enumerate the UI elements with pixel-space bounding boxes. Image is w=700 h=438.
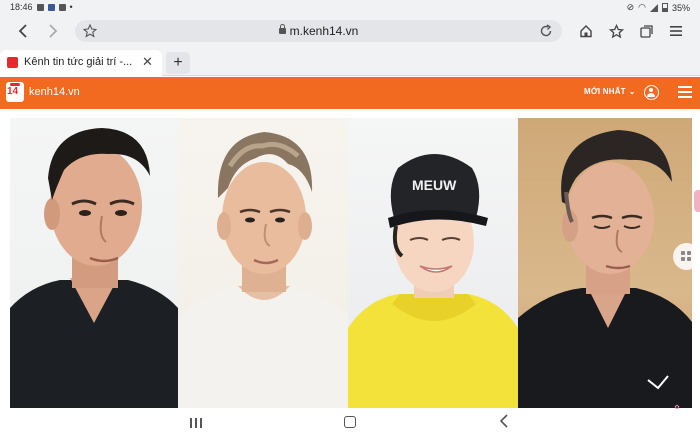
site-logo[interactable]: 14 [6, 82, 24, 102]
site-menu-icon[interactable] [678, 86, 692, 98]
image-notification-icon [58, 3, 66, 11]
mail-notification-icon [36, 3, 44, 11]
home-icon[interactable] [575, 20, 597, 42]
logo-number: 14 [7, 86, 19, 97]
site-name[interactable]: kenh14.vn [29, 86, 80, 98]
grid-dot [681, 251, 685, 255]
tab-kenh14[interactable]: Kênh tin tức giải trí -... ✕ [0, 50, 162, 76]
battery-icon [661, 3, 668, 12]
status-right: ⊘ ◠ 35% [627, 2, 690, 13]
mute-icon: ⊘ [626, 2, 635, 12]
address-bar[interactable]: m.kenh14.vn [75, 20, 562, 42]
battery-level: 35% [671, 2, 690, 13]
tabs-icon[interactable] [635, 20, 657, 42]
grid-dot [687, 257, 691, 261]
lock-icon [278, 24, 286, 34]
status-left: 18:46 • [10, 2, 73, 12]
status-bar: 18:46 • ⊘ ◠ 35% [0, 0, 700, 16]
photo-panel-4 [518, 118, 692, 408]
favicon-icon [7, 57, 18, 68]
new-tab-button[interactable]: + [166, 52, 190, 74]
menu-icon[interactable] [665, 20, 687, 42]
photo-panel-1 [10, 118, 178, 408]
back-button-icon[interactable] [499, 414, 509, 431]
grid-dot [681, 257, 685, 261]
system-navigation-bar [0, 408, 700, 438]
url-display[interactable]: m.kenh14.vn [75, 24, 562, 38]
wifi-icon: ◠ [638, 2, 646, 12]
home-button-icon[interactable] [344, 416, 356, 428]
article-photo: MEUW [10, 118, 692, 408]
forward-icon[interactable] [42, 20, 64, 42]
latest-menu[interactable]: MỚI NHẤT ⌄ [584, 87, 636, 96]
tab-close-icon[interactable]: ✕ [142, 54, 153, 70]
facebook-notification-icon [47, 3, 55, 11]
grid-dot [687, 251, 691, 255]
status-time: 18:46 [10, 2, 33, 12]
chevron-down-icon: ⌄ [628, 87, 636, 96]
cap-text: MEUW [412, 177, 457, 193]
browser-toolbar: m.kenh14.vn [0, 16, 700, 46]
user-account-icon[interactable] [644, 85, 659, 100]
watermark-logo: ✿ [674, 405, 680, 411]
tab-strip: Kênh tin tức giải trí -... ✕ + [0, 46, 700, 76]
apps-grid-button[interactable] [673, 243, 700, 270]
url-text: m.kenh14.vn [289, 24, 359, 38]
photo-panel-2 [178, 118, 348, 408]
bookmarks-icon[interactable] [605, 20, 627, 42]
latest-menu-label: MỚI NHẤT [584, 87, 626, 96]
recents-icon[interactable] [190, 418, 202, 428]
screen: 18:46 • ⊘ ◠ 35% m.kenh14.vn Kênh tin tức… [0, 0, 700, 438]
article-content: MEUW [0, 109, 700, 408]
site-header: 14 kenh14.vn MỚI NHẤT ⌄ [0, 77, 700, 109]
signal-icon [649, 3, 658, 12]
more-notifications-icon: • [69, 2, 73, 12]
reload-icon[interactable] [535, 20, 557, 42]
tab-title: Kênh tin tức giải trí -... [24, 56, 133, 68]
edge-panel-handle[interactable] [694, 190, 700, 212]
photo-panel-3: MEUW [348, 118, 518, 408]
back-icon[interactable] [12, 20, 34, 42]
